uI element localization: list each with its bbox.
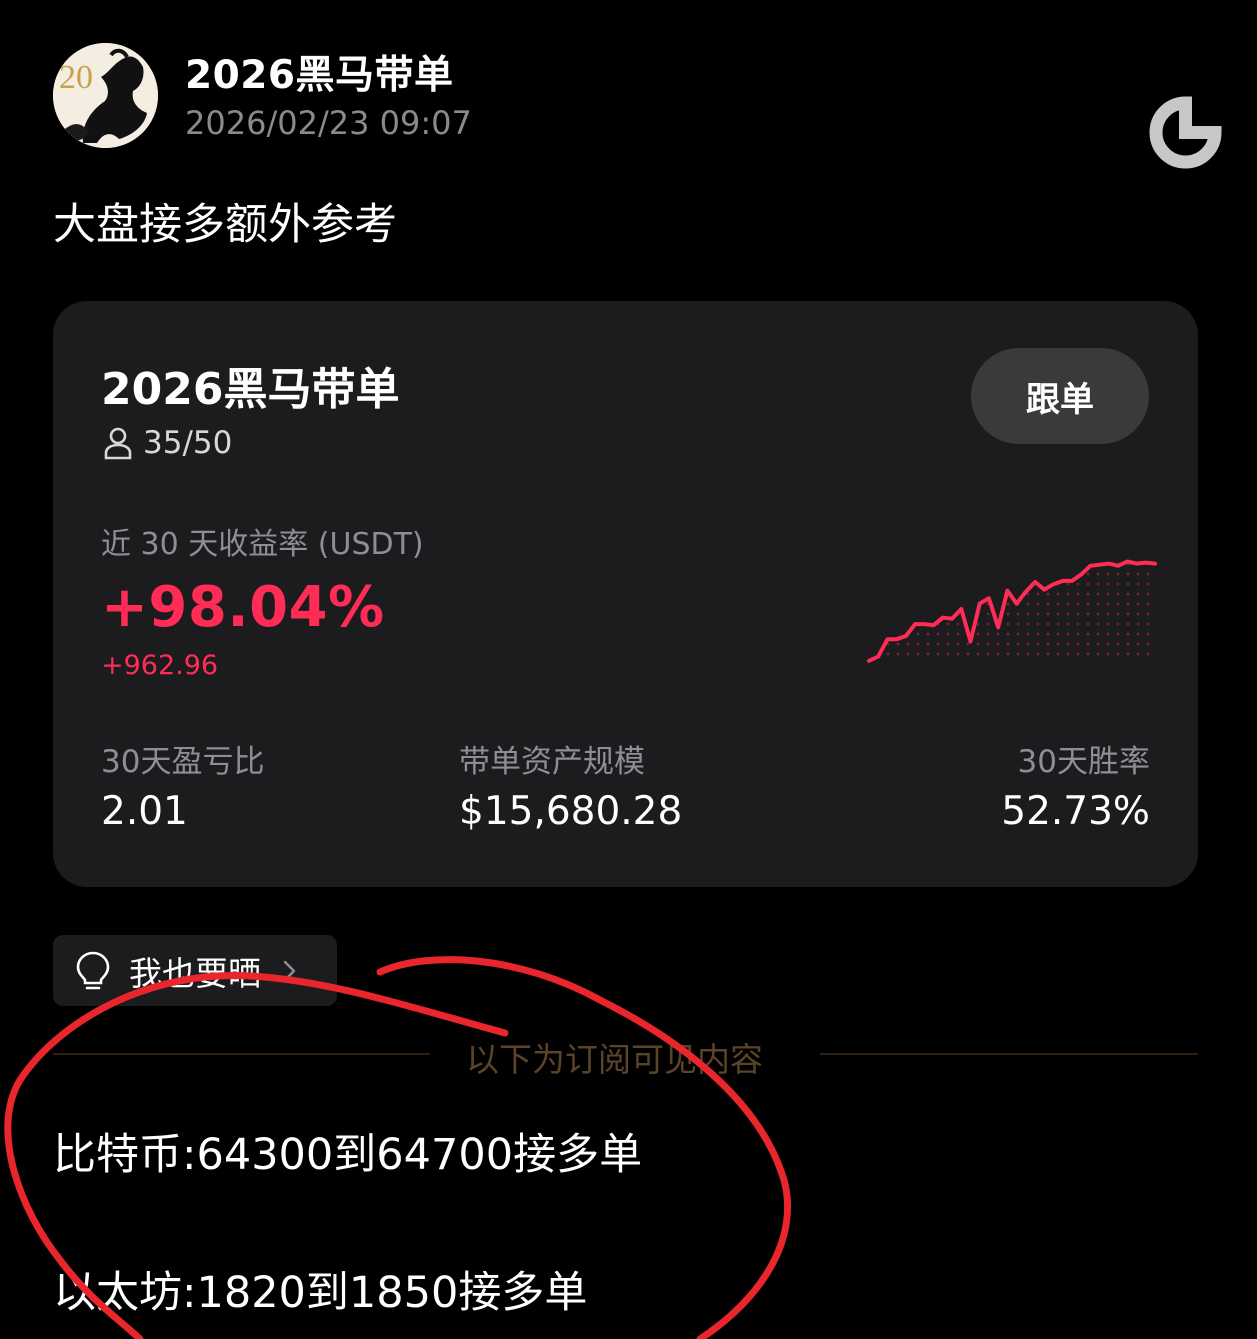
svg-text:20: 20 [59, 59, 93, 96]
share-label: 我也要晒 [129, 953, 261, 993]
stat-label-win-rate: 30天胜率 [1017, 744, 1150, 780]
divider-right [820, 1053, 1198, 1055]
stat-label-pl-ratio: 30天盈亏比 [101, 744, 265, 780]
signal-btc: 比特币:64300到64700接多单 [53, 1130, 643, 1180]
lightbulb-icon [76, 951, 110, 989]
divider-left [53, 1053, 430, 1055]
author-avatar[interactable]: 20 [53, 43, 158, 148]
trend-sparkline [867, 559, 1157, 663]
subscription-notice: 以下为订阅可见内容 [466, 1040, 763, 1079]
author-name[interactable]: 2026黑马带单 [185, 44, 454, 100]
share-button[interactable]: 我也要晒 [53, 935, 337, 1006]
refresh-icon[interactable] [1148, 95, 1223, 170]
stat-label-aum: 带单资产规模 [459, 744, 645, 780]
roi-label: 近 30 天收益率 (USDT) [101, 527, 424, 562]
member-count-row: 35/50 [103, 425, 232, 461]
sparkline-area [869, 561, 1155, 663]
person-icon [104, 427, 132, 460]
post-time: 2026/02/23 09:07 [185, 104, 472, 142]
card-title: 2026黑马带单 [101, 364, 400, 415]
copytrade-card[interactable]: 2026黑马带单 35/50 跟单 近 30 天收益率 (USDT) +98.0… [53, 301, 1198, 887]
member-count: 35/50 [143, 425, 233, 461]
stat-value-pl-ratio: 2.01 [101, 789, 188, 834]
follow-button[interactable]: 跟单 [971, 348, 1149, 444]
stat-value-win-rate: 52.73% [1001, 789, 1150, 834]
stat-value-aum: $15,680.28 [459, 789, 683, 834]
roi-percent: +98.04% [101, 575, 385, 640]
post-text: 大盘接多额外参考 [53, 200, 397, 250]
roi-absolute: +962.96 [101, 650, 219, 681]
signal-eth: 以太坊:1820到1850接多单 [53, 1268, 588, 1318]
chevron-right-icon [283, 960, 296, 981]
horse-avatar-image: 20 [53, 43, 158, 148]
